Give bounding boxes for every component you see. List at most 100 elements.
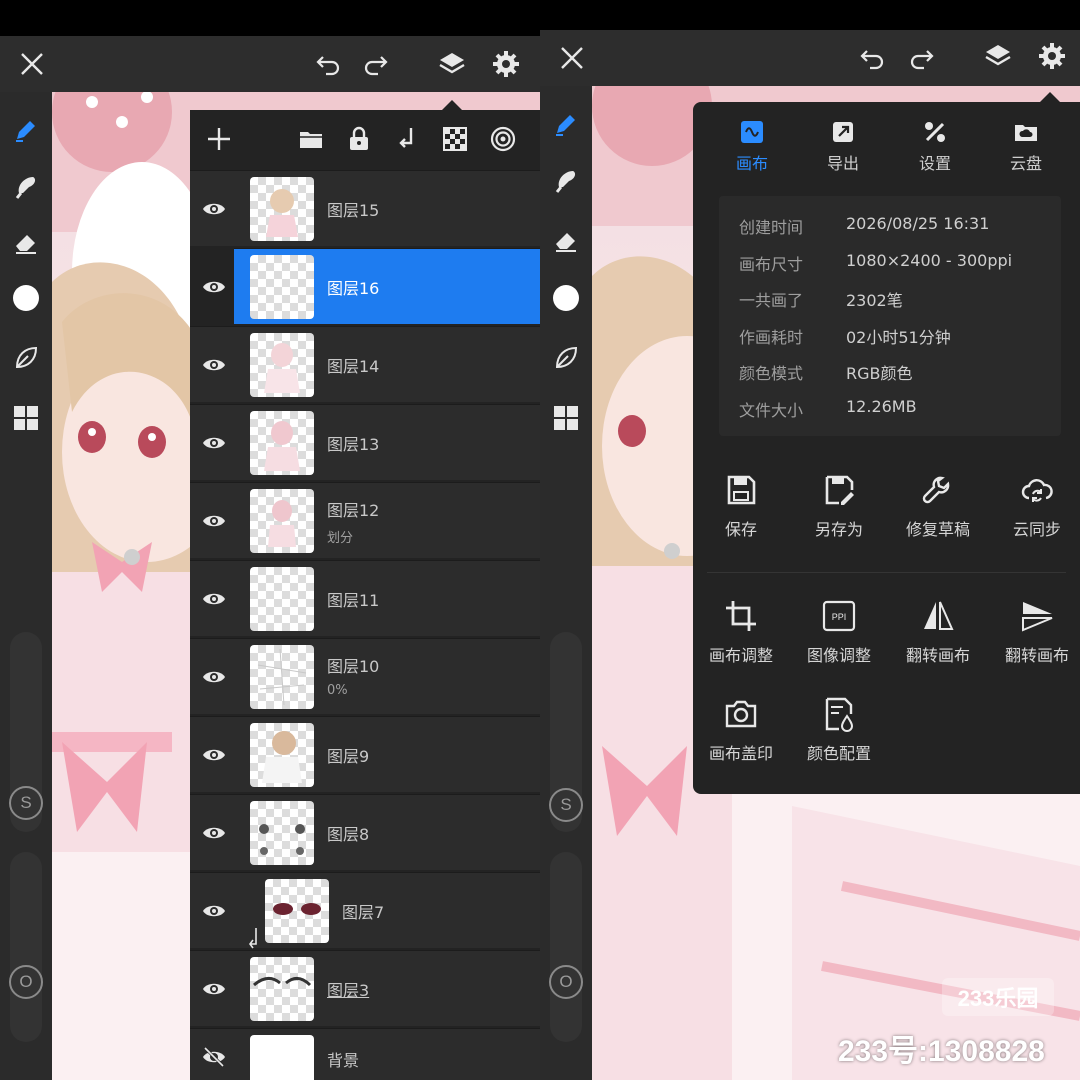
action-label: 画布调整 [708, 646, 773, 665]
eye-icon[interactable] [198, 505, 230, 537]
leaf-icon[interactable] [8, 340, 44, 376]
flip-canvas-horizontal-button[interactable]: 翻转画布 [890, 596, 986, 666]
layer-thumbnail [265, 879, 329, 943]
tab-label: 画布 [735, 154, 768, 173]
eraser-icon[interactable] [8, 224, 44, 260]
tab-canvas[interactable]: 画布 [717, 118, 787, 174]
add-icon[interactable] [202, 122, 236, 156]
color-swatch[interactable] [548, 280, 584, 316]
pen-icon[interactable] [548, 106, 584, 142]
cloud-sync-icon [1017, 470, 1057, 510]
settings-icon[interactable] [488, 46, 524, 82]
layer-thumbnail [250, 957, 314, 1021]
layer-thumbnail [250, 723, 314, 787]
tab-cloud-drive[interactable]: 云盘 [991, 118, 1061, 174]
undo-icon[interactable] [854, 40, 890, 76]
size-letter: S [549, 788, 583, 822]
color-swatch[interactable] [8, 280, 44, 316]
settings-icon[interactable] [1034, 38, 1070, 74]
grid-icon[interactable] [8, 400, 44, 436]
pen-icon[interactable] [8, 112, 44, 148]
color-config-button[interactable]: 颜色配置 [791, 694, 887, 764]
repair-icon [918, 470, 958, 510]
save-icon [721, 470, 761, 510]
layer-row[interactable]: 图层10 0% [190, 638, 540, 714]
size-letter: S [9, 786, 43, 820]
eye-icon[interactable] [198, 661, 230, 693]
crop-icon [721, 596, 761, 636]
layer-row[interactable]: 图层14 [190, 326, 540, 402]
grid-icon[interactable] [548, 400, 584, 436]
save-as-button[interactable]: 另存为 [791, 470, 887, 540]
redo-icon[interactable] [904, 40, 940, 76]
eraser-icon[interactable] [548, 222, 584, 258]
close-icon[interactable] [554, 40, 590, 76]
layer-row-background[interactable]: 背景 [190, 1028, 540, 1080]
eye-icon[interactable] [198, 895, 230, 927]
checker-icon[interactable] [438, 122, 472, 156]
layer-name: 图层8 [327, 825, 370, 844]
layer-name: 背景 [327, 1051, 360, 1070]
layer-row[interactable]: 图层13 [190, 404, 540, 480]
flip-canvas-vertical-button[interactable]: 翻转画布 [989, 596, 1080, 666]
brush-opacity-slider[interactable] [10, 852, 42, 1042]
info-value: 12.26MB [846, 397, 917, 416]
eye-icon[interactable] [198, 817, 230, 849]
repair-draft-button[interactable]: 修复草稿 [890, 470, 986, 540]
layer-row[interactable]: 图层11 [190, 560, 540, 636]
layer-row[interactable]: 图层15 [190, 170, 540, 246]
info-value: 2302笔 [846, 291, 903, 310]
action-label: 翻转画布 [905, 646, 970, 665]
eye-icon[interactable] [198, 739, 230, 771]
eye-icon[interactable] [198, 427, 230, 459]
layers-panel: 图层15 图层16 图层14 图层13 图层12 划分 图层11 图层10 0%… [190, 110, 540, 1080]
close-icon[interactable] [14, 46, 50, 82]
image-adjust-button[interactable]: PPI 图像调整 [791, 596, 887, 666]
status-band [540, 0, 1080, 30]
eye-icon[interactable] [198, 583, 230, 615]
layer-thumbnail [250, 1035, 314, 1080]
layer-name: 图层12 [327, 501, 380, 520]
menu-panel-caret [1040, 92, 1060, 102]
merge-down-icon[interactable] [390, 122, 424, 156]
layer-row[interactable]: 图层7 [190, 872, 540, 948]
undo-icon[interactable] [310, 46, 346, 82]
save-button[interactable]: 保存 [693, 470, 789, 540]
layer-row[interactable]: 图层9 [190, 716, 540, 792]
smudge-icon[interactable] [548, 162, 584, 198]
eye-hidden-icon[interactable] [198, 1041, 230, 1073]
eye-icon[interactable] [198, 349, 230, 381]
tab-settings[interactable]: 设置 [900, 118, 970, 174]
canvas-stamp-button[interactable]: 画布盖印 [693, 694, 789, 764]
layer-name: 图层15 [327, 201, 380, 220]
brush-opacity-slider[interactable] [550, 852, 582, 1042]
smudge-icon[interactable] [8, 168, 44, 204]
layer-thumbnail [250, 645, 314, 709]
canvas-adjust-button[interactable]: 画布调整 [693, 596, 789, 666]
folder-icon[interactable] [294, 122, 328, 156]
layer-name: 图层9 [327, 747, 370, 766]
save-as-icon [819, 470, 859, 510]
layer-name: 图层10 [327, 657, 380, 676]
tab-export[interactable]: 导出 [808, 118, 878, 174]
eye-icon[interactable] [198, 271, 230, 303]
layers-icon[interactable] [980, 38, 1016, 74]
action-label: 图像调整 [806, 646, 871, 665]
layer-row-selected[interactable]: 图层16 [203, 248, 540, 324]
layer-name: 图层13 [327, 435, 380, 454]
leaf-icon[interactable] [548, 340, 584, 376]
layer-row[interactable]: 图层3 [190, 950, 540, 1026]
eye-icon[interactable] [198, 973, 230, 1005]
layer-row[interactable]: 图层8 [190, 794, 540, 870]
ppi-icon: PPI [819, 596, 859, 636]
lock-icon[interactable] [342, 122, 376, 156]
redo-icon[interactable] [358, 46, 394, 82]
target-icon[interactable] [486, 122, 520, 156]
layer-row[interactable]: 图层12 划分 [190, 482, 540, 558]
layers-icon[interactable] [434, 46, 470, 82]
eye-icon[interactable] [198, 193, 230, 225]
opacity-letter: O [9, 965, 43, 999]
info-key: 画布尺寸 [739, 255, 804, 274]
cloud-sync-button[interactable]: 云同步 [989, 470, 1080, 540]
layer-thumbnail [250, 333, 314, 397]
